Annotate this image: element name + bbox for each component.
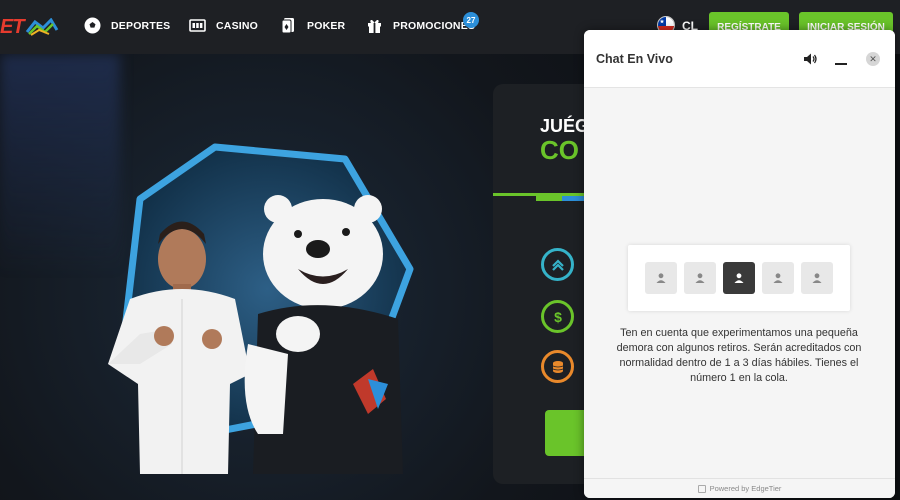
nav-item-casino[interactable]: CASINO <box>189 17 258 34</box>
chat-header: Chat En Vivo ✕ <box>584 30 895 88</box>
coins-icon <box>541 350 574 383</box>
promo-card-accent-blue <box>562 196 584 201</box>
edgetier-logo-icon <box>697 484 706 493</box>
site-logo[interactable]: ET <box>0 12 59 42</box>
soccer-ball-icon <box>84 17 101 34</box>
minimize-icon[interactable] <box>835 63 847 65</box>
queue-indicator <box>628 245 850 311</box>
logo-animal-icon <box>25 18 58 36</box>
queue-slot <box>684 262 716 294</box>
speaker-icon[interactable] <box>802 51 818 67</box>
queue-slot <box>645 262 677 294</box>
logo-text: ET <box>0 15 25 38</box>
polar-bear-mascot <box>244 195 403 474</box>
close-icon[interactable]: ✕ <box>866 52 880 66</box>
nav-item-poker[interactable]: POKER <box>280 17 345 34</box>
svg-text:$: $ <box>554 309 562 325</box>
queue-slot-active <box>723 262 755 294</box>
dollar-icon: $ <box>541 300 574 333</box>
cards-icon <box>280 17 297 34</box>
queue-slot <box>762 262 794 294</box>
promo-count-badge: 27 <box>463 12 479 28</box>
user-icon <box>812 273 822 283</box>
nav-item-deportes[interactable]: DEPORTES <box>84 17 170 34</box>
chat-title: Chat En Vivo <box>596 52 673 66</box>
user-icon <box>773 273 783 283</box>
chat-footer: Powered by EdgeTier <box>584 478 895 498</box>
nav-label-deportes: DEPORTES <box>111 19 171 32</box>
slot-machine-icon <box>189 17 206 34</box>
nav-label-casino: CASINO <box>216 19 259 32</box>
user-icon <box>656 273 666 283</box>
promo-card-brand: CO <box>540 135 579 165</box>
powered-by-text[interactable]: Powered by EdgeTier <box>710 484 782 493</box>
nav-item-promociones[interactable]: PROMOCIONES <box>366 17 475 34</box>
queue-slot <box>801 262 833 294</box>
promo-card-accent-green <box>536 196 562 201</box>
live-chat-widget: Chat En Vivo ✕ Ten en cuenta que experim… <box>584 30 895 498</box>
promo-card-title: JUÉG <box>540 116 590 136</box>
user-icon <box>695 273 705 283</box>
user-icon <box>734 273 744 283</box>
chat-queue-message: Ten en cuenta que experimentamos una peq… <box>616 327 862 384</box>
gift-icon <box>366 17 383 34</box>
nav-label-poker: POKER <box>307 19 346 32</box>
chevron-up-icon <box>541 248 574 281</box>
